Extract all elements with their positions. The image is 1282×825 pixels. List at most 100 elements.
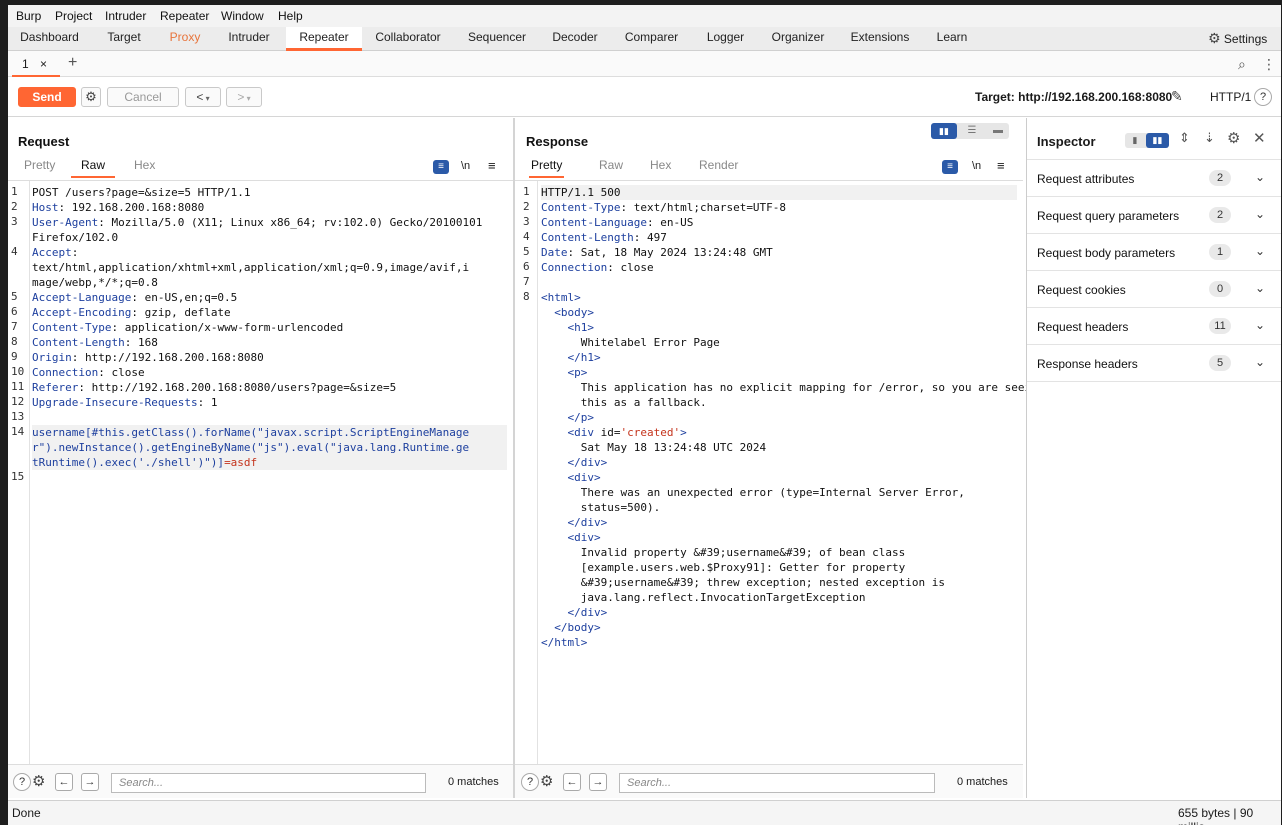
edit-target-icon[interactable]: ✎: [1171, 88, 1183, 105]
inspector-panel: Inspector ▮ ▮▮ ⇕ ⇣ ⚙ ✕ Request attribute…: [1026, 118, 1281, 798]
expand-all-icon[interactable]: ⇕: [1179, 130, 1190, 146]
response-search-input[interactable]: Search...: [619, 773, 935, 793]
tab-request-raw[interactable]: Raw: [71, 158, 116, 178]
stacked-layout-icon[interactable]: ☰: [961, 123, 983, 139]
chevron-down-icon[interactable]: ⌄: [1255, 281, 1265, 295]
menu-intruder[interactable]: Intruder: [105, 9, 146, 23]
target-label: Target: http://192.168.200.168:8080: [975, 90, 1173, 104]
tab-request-pretty[interactable]: Pretty: [24, 158, 55, 178]
inspector-section-label: Request attributes: [1037, 172, 1135, 186]
response-line: Content-Type: text/html;charset=UTF-8: [541, 201, 787, 214]
line-value: : http://192.168.200.168:8080: [71, 351, 264, 364]
tabbed-layout-icon[interactable]: ▬: [987, 123, 1009, 139]
side-by-side-layout-icon[interactable]: ▮▮: [931, 123, 957, 139]
request-editor[interactable]: 1 POST /users?page=&size=5 HTTP/1.1 2 Host:…: [8, 180, 513, 765]
repeater-toolbar: Send ⚙ Cancel < ▾ > ▾ Target: http://192…: [8, 77, 1281, 117]
tab-organizer[interactable]: Organizer: [766, 27, 830, 51]
tab-response-hex[interactable]: Hex: [650, 158, 671, 178]
tab-logger[interactable]: Logger: [698, 27, 753, 51]
tab-request-hex[interactable]: Hex: [134, 158, 155, 178]
chevron-down-icon[interactable]: ⌄: [1255, 207, 1265, 221]
tab-collaborator[interactable]: Collaborator: [370, 27, 446, 51]
inspector-collapsed-icon[interactable]: ▮: [1125, 133, 1145, 148]
wrap-lines-icon[interactable]: ≡: [942, 160, 958, 174]
menu-window[interactable]: Window: [221, 9, 264, 23]
tab-repeater[interactable]: Repeater: [286, 27, 362, 51]
http-version[interactable]: HTTP/1: [1210, 90, 1251, 104]
tab-response-render[interactable]: Render: [699, 158, 738, 178]
menu-burp[interactable]: Burp: [16, 9, 41, 23]
inspector-section[interactable]: Request attributes 2 ⌄: [1027, 160, 1281, 197]
gear-icon[interactable]: ⚙: [32, 772, 45, 790]
inspector-section[interactable]: Request query parameters 2 ⌄: [1027, 197, 1281, 234]
tab-comparer[interactable]: Comparer: [619, 27, 684, 51]
line-value: : application/x-www-form-urlencoded: [111, 321, 344, 334]
line-number: 1: [11, 185, 18, 198]
request-line: Content-Length: 168: [32, 335, 507, 350]
inspector-section[interactable]: Response headers 5 ⌄: [1027, 345, 1281, 382]
add-tab-button[interactable]: +: [68, 54, 77, 72]
chevron-down-icon[interactable]: ⌄: [1255, 244, 1265, 258]
menu-icon[interactable]: ≡: [997, 158, 1005, 173]
inspector-section[interactable]: Request cookies 0 ⌄: [1027, 271, 1281, 308]
tab-learn[interactable]: Learn: [929, 27, 975, 51]
line-number: 10: [11, 365, 25, 378]
tab-target[interactable]: Target: [94, 27, 154, 51]
tab-intruder[interactable]: Intruder: [218, 27, 280, 51]
chevron-down-icon[interactable]: ⌄: [1255, 170, 1265, 184]
forward-button[interactable]: > ▾: [226, 87, 262, 107]
close-icon[interactable]: ✕: [1253, 129, 1266, 147]
next-match-button[interactable]: →: [589, 773, 607, 791]
inspector-section[interactable]: Request body parameters 1 ⌄: [1027, 234, 1281, 271]
menu-icon[interactable]: ≡: [488, 158, 496, 173]
settings-button[interactable]: ⚙ Settings: [1208, 30, 1267, 47]
header-name: Referer: [32, 381, 79, 394]
tab-sequencer[interactable]: Sequencer: [463, 27, 531, 51]
request-line: Connection: close: [32, 365, 507, 380]
previous-match-button[interactable]: ←: [55, 773, 73, 791]
menu-repeater[interactable]: Repeater: [160, 9, 209, 23]
more-options-icon[interactable]: ⋮: [1262, 56, 1276, 73]
tab-proxy[interactable]: Proxy: [160, 27, 210, 51]
gear-icon[interactable]: ⚙: [1227, 129, 1240, 147]
help-icon[interactable]: ?: [13, 773, 31, 791]
menu-help[interactable]: Help: [278, 9, 303, 23]
line-number: 1: [523, 185, 530, 198]
next-match-button[interactable]: →: [81, 773, 99, 791]
request-search-input[interactable]: Search...: [111, 773, 426, 793]
tab-dashboard[interactable]: Dashboard: [13, 27, 86, 51]
inspector-section[interactable]: Request headers 11 ⌄: [1027, 308, 1281, 345]
gear-icon[interactable]: ⚙: [540, 772, 553, 790]
response-line: [example.users.web.$Proxy91]: Getter for…: [541, 561, 906, 574]
back-button[interactable]: < ▾: [185, 87, 221, 107]
tab-response-pretty[interactable]: Pretty: [529, 158, 565, 178]
newline-toggle[interactable]: \n: [972, 160, 981, 172]
send-button[interactable]: Send: [18, 87, 76, 107]
response-line: status=500).: [541, 501, 661, 514]
cancel-button[interactable]: Cancel: [107, 87, 179, 107]
gear-icon[interactable]: ⚙: [81, 87, 101, 107]
previous-match-button[interactable]: ←: [563, 773, 581, 791]
wrap-lines-icon[interactable]: ≡: [433, 160, 449, 174]
menu-project[interactable]: Project: [55, 9, 92, 23]
inspector-section-label: Request cookies: [1037, 283, 1126, 297]
line-value: Firefox/102.0: [32, 231, 119, 244]
inspector-expanded-icon[interactable]: ▮▮: [1146, 133, 1169, 148]
tab-extensions[interactable]: Extensions: [846, 27, 914, 51]
response-editor[interactable]: 1 HTTP/1.1 500 2 Content-Type: text/html;ch…: [515, 180, 1044, 765]
line-number: 8: [523, 290, 530, 303]
tab-response-raw[interactable]: Raw: [599, 158, 623, 178]
help-icon[interactable]: ?: [1254, 88, 1272, 106]
request-line: User-Agent: Mozilla/5.0 (X11; Linux x86_…: [32, 215, 507, 230]
response-line: HTTP/1.1 500: [541, 185, 1017, 200]
response-line: </div>: [567, 606, 608, 619]
request-tab-1[interactable]: 1 ×: [12, 51, 60, 77]
help-icon[interactable]: ?: [521, 773, 539, 791]
search-icon[interactable]: ⌕: [1238, 56, 1246, 73]
chevron-down-icon[interactable]: ⌄: [1255, 355, 1265, 369]
chevron-down-icon[interactable]: ⌄: [1255, 318, 1265, 332]
close-icon[interactable]: ×: [40, 57, 47, 71]
tab-decoder[interactable]: Decoder: [546, 27, 604, 51]
newline-toggle[interactable]: \n: [461, 160, 470, 172]
collapse-all-icon[interactable]: ⇣: [1204, 130, 1215, 146]
